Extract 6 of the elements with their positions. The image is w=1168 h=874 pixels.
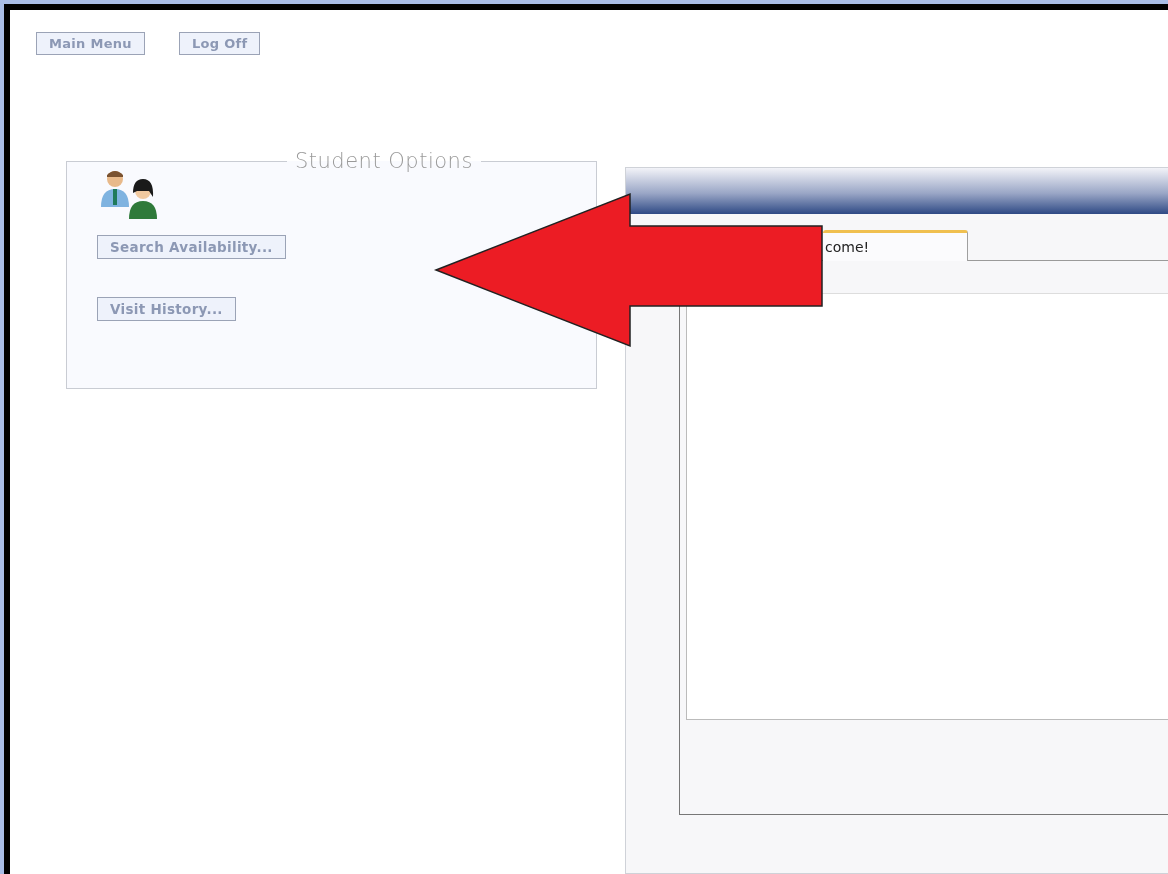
- option-button[interactable]: Visit History...: [97, 297, 236, 321]
- tab[interactable]: come!: [823, 230, 968, 261]
- option-button[interactable]: Search Availability...: [97, 235, 286, 259]
- menu-button[interactable]: Log Off: [178, 32, 261, 55]
- panel-title: Student Options: [294, 149, 474, 173]
- menu-button[interactable]: Main Menu: [36, 32, 145, 55]
